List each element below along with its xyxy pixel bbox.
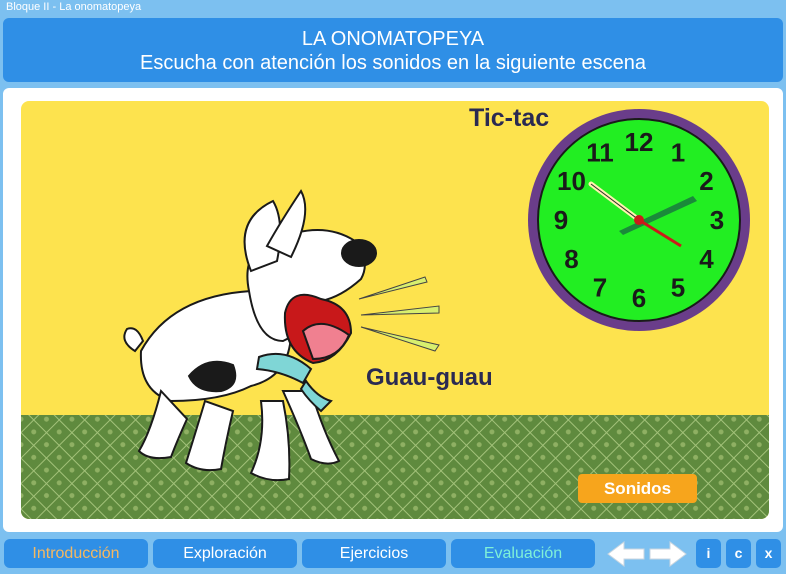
scene-svg: 12 12 3 45678 9 1011 Tic-tac Guau-guau [21,101,769,519]
clock-number: 2 [699,166,713,196]
arrow-left-icon[interactable] [606,540,646,568]
clock-number: 6 [632,283,646,313]
scene-illustration: 12 1 2 3 4 5 6 7 8 9 10 11 Tic-tac Guau-guau [21,101,769,519]
dog-sound-label: Guau-guau [366,364,493,391]
info-button[interactable]: i [696,539,721,568]
tab-ejercicios[interactable]: Ejercicios [302,539,446,568]
clock-number: 1 [671,138,685,168]
clock-number: 3 [710,205,724,235]
clock-number: 7 [593,273,607,303]
content-panel: 12 1 2 3 4 5 6 7 8 9 10 11 Tic-tac Guau-guau [3,88,783,532]
clock-sound-label: Tic-tac [469,104,549,132]
arrow-right-icon[interactable] [648,540,688,568]
page-subtitle: Escucha con atención los sonidos en la s… [140,52,646,74]
sounds-button[interactable]: Sonidos [578,474,697,503]
tab-introduccion[interactable]: Introducción [4,539,148,568]
clock-number: 10 [557,166,586,196]
clock-number: 8 [564,244,578,274]
clock-number: 5 [671,273,685,303]
clock-number: 9 [554,205,568,235]
page-title: LA ONOMATOPEYA [301,28,485,50]
wall-clock: 12 12 3 45678 9 1011 [528,109,750,331]
grass-floor [21,415,769,519]
page-header: LA ONOMATOPEYA Escucha con atención los … [3,18,783,82]
clock-number: 12 [625,127,654,157]
close-button[interactable]: x [756,539,781,568]
credits-button[interactable]: c [726,539,751,568]
tab-evaluacion[interactable]: Evaluación [451,539,595,568]
tab-exploracion[interactable]: Exploración [153,539,297,568]
clock-number: 11 [586,138,614,168]
clock-number: 4 [699,244,714,274]
bottom-nav: Introducción Exploración Ejercicios Eval… [0,536,786,574]
window-title: Bloque II - La onomatopeya [6,1,142,13]
